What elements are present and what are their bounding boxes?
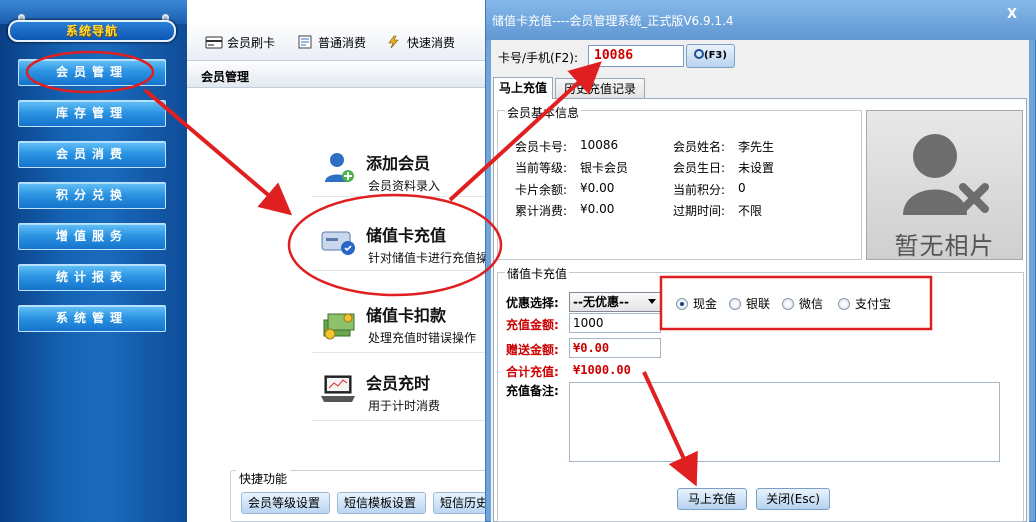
nav-item-system[interactable]: 系统管理 (18, 305, 166, 332)
info-label: 会员卡号: (515, 140, 568, 154)
info-label: 会员姓名: (673, 140, 726, 154)
feature-stored-card-recharge[interactable]: 储值卡充值 (366, 222, 446, 246)
total-value: ¥1000.00 (573, 363, 631, 377)
feature-desc: 针对储值卡进行充值操 (368, 251, 489, 265)
card-swipe-icon (205, 35, 223, 49)
search-button-label: (F3) (704, 50, 727, 61)
add-user-icon (322, 150, 356, 186)
info-label: 当前积分: (673, 183, 726, 197)
info-level: 银卡会员 (580, 161, 629, 175)
radio-label: 微信 (799, 297, 824, 311)
toolbar-label: 会员刷卡 (227, 35, 276, 50)
photo-placeholder-text: 暂无相片 (894, 232, 995, 260)
payment-unionpay-radio[interactable]: 银联 (729, 295, 770, 312)
card-number-input[interactable]: 10086 (588, 45, 684, 67)
info-total-consumption: ¥0.00 (580, 202, 615, 216)
toolbar-card-swipe[interactable]: 会员刷卡 (205, 32, 275, 52)
tab-recharge-history[interactable]: 历史充值记录 (555, 78, 645, 98)
radio-icon (729, 297, 741, 310)
divider (312, 196, 487, 197)
member-level-settings-button[interactable]: 会员等级设置 (241, 492, 330, 514)
dialog-titlebar: 储值卡充值----会员管理系统_正式版V6.9.1.4 (486, 0, 1036, 40)
shortcut-title: 快捷功能 (236, 470, 291, 487)
dialog-title: 储值卡充值----会员管理系统_正式版V6.9.1.4 (492, 14, 734, 28)
divider (312, 352, 487, 353)
toolbar-label: 普通消费 (318, 35, 367, 50)
close-dialog-button[interactable]: 关闭(Esc) (756, 488, 830, 510)
note-label: 充值备注: (506, 384, 559, 398)
info-card-number: 10086 (580, 138, 619, 152)
tab-recharge-now[interactable]: 马上充值 (493, 77, 553, 99)
divider (312, 420, 487, 421)
card-check-icon (320, 228, 358, 258)
bonus-label: 赠送金额: (506, 343, 559, 357)
radio-label: 现金 (693, 297, 718, 311)
info-birthday: 未设置 (738, 161, 775, 175)
toolbar-normal-consumption[interactable]: 普通消费 (296, 32, 366, 52)
search-card-button[interactable]: (F3) (686, 44, 735, 68)
nav-title-label: 系统导航 (65, 24, 118, 38)
section-header: 会员管理 (187, 62, 487, 88)
discount-selected: --无优惠-- (573, 295, 629, 309)
money-icon (320, 308, 358, 340)
nav-item-value-added[interactable]: 增值服务 (18, 223, 166, 250)
info-label: 卡片余额: (515, 183, 568, 197)
radio-icon (838, 297, 850, 310)
recharge-legend: 储值卡充值 (505, 265, 570, 282)
payment-alipay-radio[interactable]: 支付宝 (838, 295, 891, 312)
total-label: 合计充值: (506, 365, 559, 379)
feature-member-time-recharge[interactable]: 会员充时 (366, 370, 430, 394)
bonus-input[interactable]: ¥0.00 (569, 338, 661, 358)
radio-label: 银联 (746, 297, 771, 311)
amount-label: 充值金额: (506, 318, 559, 332)
payment-wechat-radio[interactable]: 微信 (782, 295, 823, 312)
feature-add-member[interactable]: 添加会员 (366, 150, 430, 174)
dropdown-arrow-icon (648, 299, 656, 304)
nav-item-member-management[interactable]: 会员管理 (18, 59, 166, 86)
card-number-label: 卡号/手机(F2): (498, 51, 578, 65)
radio-selected-icon (676, 297, 688, 310)
feature-stored-card-deduct[interactable]: 储值卡扣款 (366, 302, 446, 326)
radio-icon (782, 297, 794, 310)
info-label: 会员生日: (673, 161, 726, 175)
discount-label: 优惠选择: (506, 296, 559, 310)
radio-label: 支付宝 (855, 297, 892, 311)
sms-history-button[interactable]: 短信历史 (433, 492, 487, 514)
nav-title: 系统导航 (8, 20, 176, 42)
nav-item-reports[interactable]: 统计报表 (18, 264, 166, 291)
search-icon (694, 49, 705, 59)
toolbar-quick-consumption[interactable]: 快速消费 (385, 32, 455, 52)
sms-template-settings-button[interactable]: 短信模板设置 (337, 492, 426, 514)
nav-item-inventory[interactable]: 库存管理 (18, 100, 166, 127)
info-label: 累计消费: (515, 204, 568, 218)
info-label: 当前等级: (515, 161, 568, 175)
info-balance: ¥0.00 (580, 181, 615, 195)
recharge-now-button[interactable]: 马上充值 (677, 488, 747, 510)
discount-select[interactable]: --无优惠-- (569, 292, 661, 312)
info-label: 过期时间: (673, 204, 726, 218)
laptop-chart-icon (318, 372, 360, 406)
info-points: 0 (738, 181, 746, 195)
document-icon (296, 35, 314, 49)
avatar-placeholder-icon (903, 134, 989, 215)
note-textarea[interactable] (569, 382, 1000, 462)
toolbar-label: 快速消费 (407, 35, 456, 50)
section-title: 会员管理 (201, 70, 250, 84)
member-info-legend: 会员基本信息 (505, 104, 582, 121)
feature-desc: 处理充值时错误操作 (368, 331, 477, 345)
payment-cash-radio[interactable]: 现金 (676, 295, 717, 312)
nav-item-points-exchange[interactable]: 积分兑换 (18, 182, 166, 209)
divider (312, 270, 487, 271)
info-name: 李先生 (738, 140, 775, 154)
feature-desc: 会员资料录入 (368, 179, 441, 193)
lightning-icon (385, 35, 403, 49)
nav-item-member-consumption[interactable]: 会员消费 (18, 141, 166, 168)
info-expire: 不限 (738, 204, 763, 218)
dialog-close-button[interactable]: X (997, 6, 1027, 24)
feature-desc: 用于计时消费 (368, 399, 441, 413)
amount-input[interactable]: 1000 (569, 313, 661, 333)
